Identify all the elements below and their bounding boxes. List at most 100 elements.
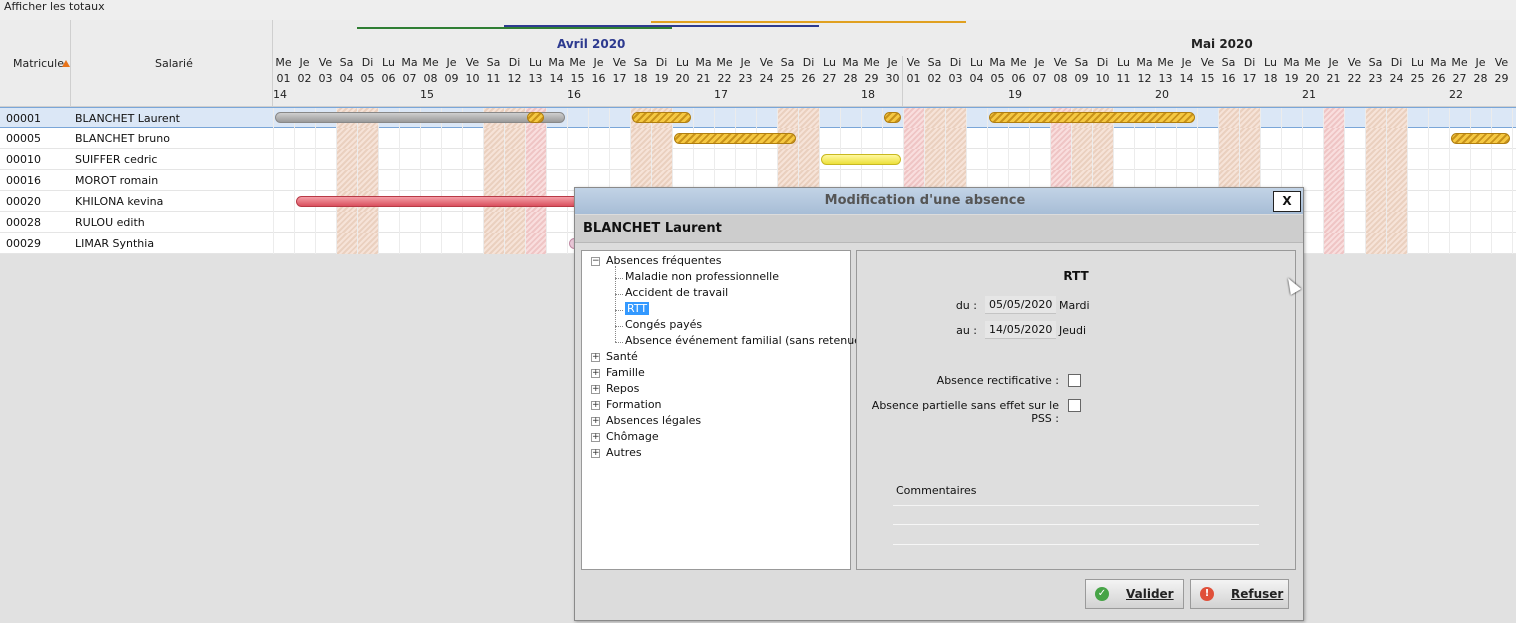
day-cell[interactable] bbox=[1470, 170, 1491, 191]
valider-button[interactable]: ✓ Valider bbox=[1085, 579, 1184, 609]
expand-icon[interactable]: + bbox=[591, 433, 600, 442]
day-cell[interactable] bbox=[273, 170, 294, 191]
day-cell[interactable] bbox=[1491, 212, 1512, 233]
day-cell[interactable] bbox=[1365, 170, 1386, 191]
day-cell[interactable] bbox=[420, 212, 441, 233]
day-cell[interactable] bbox=[336, 149, 357, 170]
absence-bar[interactable] bbox=[632, 112, 691, 123]
day-cell[interactable] bbox=[315, 128, 336, 149]
day-cell[interactable] bbox=[945, 149, 966, 170]
day-cell[interactable] bbox=[273, 212, 294, 233]
day-cell[interactable] bbox=[1113, 128, 1134, 149]
day-cell[interactable] bbox=[1470, 212, 1491, 233]
day-cell[interactable] bbox=[1029, 149, 1050, 170]
day-cell[interactable] bbox=[1428, 191, 1449, 212]
day-cell[interactable] bbox=[420, 233, 441, 254]
day-cell[interactable] bbox=[987, 149, 1008, 170]
day-cell[interactable] bbox=[1302, 170, 1323, 191]
expand-icon[interactable]: + bbox=[591, 385, 600, 394]
day-cell[interactable] bbox=[1323, 212, 1344, 233]
day-cell[interactable] bbox=[1428, 212, 1449, 233]
day-cell[interactable] bbox=[1365, 149, 1386, 170]
day-cell[interactable] bbox=[1260, 128, 1281, 149]
day-cell[interactable] bbox=[966, 149, 987, 170]
day-cell[interactable] bbox=[798, 149, 819, 170]
day-cell[interactable] bbox=[756, 149, 777, 170]
day-cell[interactable] bbox=[399, 149, 420, 170]
day-cell[interactable] bbox=[1239, 128, 1260, 149]
day-cell[interactable] bbox=[546, 128, 567, 149]
day-cell[interactable] bbox=[315, 233, 336, 254]
day-cell[interactable] bbox=[525, 170, 546, 191]
day-cell[interactable] bbox=[1491, 170, 1512, 191]
day-cell[interactable] bbox=[777, 149, 798, 170]
refuser-button[interactable]: ! Refuser bbox=[1190, 579, 1289, 609]
day-cell[interactable] bbox=[630, 149, 651, 170]
day-cell[interactable] bbox=[1323, 149, 1344, 170]
day-cell[interactable] bbox=[399, 170, 420, 191]
day-cell[interactable] bbox=[840, 128, 861, 149]
day-cell[interactable] bbox=[1512, 108, 1516, 129]
day-cell[interactable] bbox=[1344, 212, 1365, 233]
day-cell[interactable] bbox=[273, 233, 294, 254]
day-cell[interactable] bbox=[1197, 149, 1218, 170]
expand-icon[interactable]: + bbox=[591, 449, 600, 458]
day-cell[interactable] bbox=[861, 128, 882, 149]
day-cell[interactable] bbox=[1428, 233, 1449, 254]
day-cell[interactable] bbox=[420, 149, 441, 170]
day-cell[interactable] bbox=[462, 212, 483, 233]
day-cell[interactable] bbox=[1008, 149, 1029, 170]
day-cell[interactable] bbox=[1344, 149, 1365, 170]
day-cell[interactable] bbox=[1344, 233, 1365, 254]
day-cell[interactable] bbox=[588, 149, 609, 170]
day-cell[interactable] bbox=[336, 212, 357, 233]
day-cell[interactable] bbox=[1428, 128, 1449, 149]
day-cell[interactable] bbox=[1512, 191, 1516, 212]
day-cell[interactable] bbox=[1155, 128, 1176, 149]
tree-item[interactable]: Maladie non professionnelle bbox=[625, 270, 779, 283]
day-cell[interactable] bbox=[1302, 212, 1323, 233]
day-cell[interactable] bbox=[882, 128, 903, 149]
tree-category[interactable]: Absences légales bbox=[606, 414, 701, 427]
day-cell[interactable] bbox=[1449, 170, 1470, 191]
col-salarie-header[interactable]: Salarié bbox=[155, 57, 193, 70]
day-cell[interactable] bbox=[357, 212, 378, 233]
day-cell[interactable] bbox=[1491, 108, 1512, 129]
day-cell[interactable] bbox=[1407, 128, 1428, 149]
day-cell[interactable] bbox=[1302, 149, 1323, 170]
tree-item[interactable]: RTT bbox=[625, 302, 650, 315]
day-cell[interactable] bbox=[1407, 191, 1428, 212]
day-cell[interactable] bbox=[924, 149, 945, 170]
day-cell[interactable] bbox=[672, 149, 693, 170]
day-cell[interactable] bbox=[861, 108, 882, 129]
day-cell[interactable] bbox=[357, 149, 378, 170]
day-cell[interactable] bbox=[546, 212, 567, 233]
day-cell[interactable] bbox=[504, 149, 525, 170]
day-cell[interactable] bbox=[1176, 149, 1197, 170]
day-cell[interactable] bbox=[945, 128, 966, 149]
day-cell[interactable] bbox=[1323, 128, 1344, 149]
tree-item[interactable]: Congés payés bbox=[625, 318, 702, 331]
day-cell[interactable] bbox=[1407, 108, 1428, 129]
day-cell[interactable] bbox=[1197, 108, 1218, 129]
day-cell[interactable] bbox=[1281, 149, 1302, 170]
day-cell[interactable] bbox=[1176, 128, 1197, 149]
tree-category[interactable]: Autres bbox=[606, 446, 642, 459]
day-cell[interactable] bbox=[714, 149, 735, 170]
day-cell[interactable] bbox=[1029, 128, 1050, 149]
day-cell[interactable] bbox=[1512, 149, 1516, 170]
day-cell[interactable] bbox=[441, 149, 462, 170]
day-cell[interactable] bbox=[1470, 233, 1491, 254]
day-cell[interactable] bbox=[1491, 191, 1512, 212]
day-cell[interactable] bbox=[567, 108, 588, 129]
day-cell[interactable] bbox=[525, 212, 546, 233]
day-cell[interactable] bbox=[1512, 233, 1516, 254]
day-cell[interactable] bbox=[1386, 170, 1407, 191]
day-cell[interactable] bbox=[336, 170, 357, 191]
day-cell[interactable] bbox=[1365, 191, 1386, 212]
day-cell[interactable] bbox=[462, 128, 483, 149]
day-cell[interactable] bbox=[483, 233, 504, 254]
day-cell[interactable] bbox=[1470, 149, 1491, 170]
day-cell[interactable] bbox=[1386, 128, 1407, 149]
day-cell[interactable] bbox=[546, 233, 567, 254]
